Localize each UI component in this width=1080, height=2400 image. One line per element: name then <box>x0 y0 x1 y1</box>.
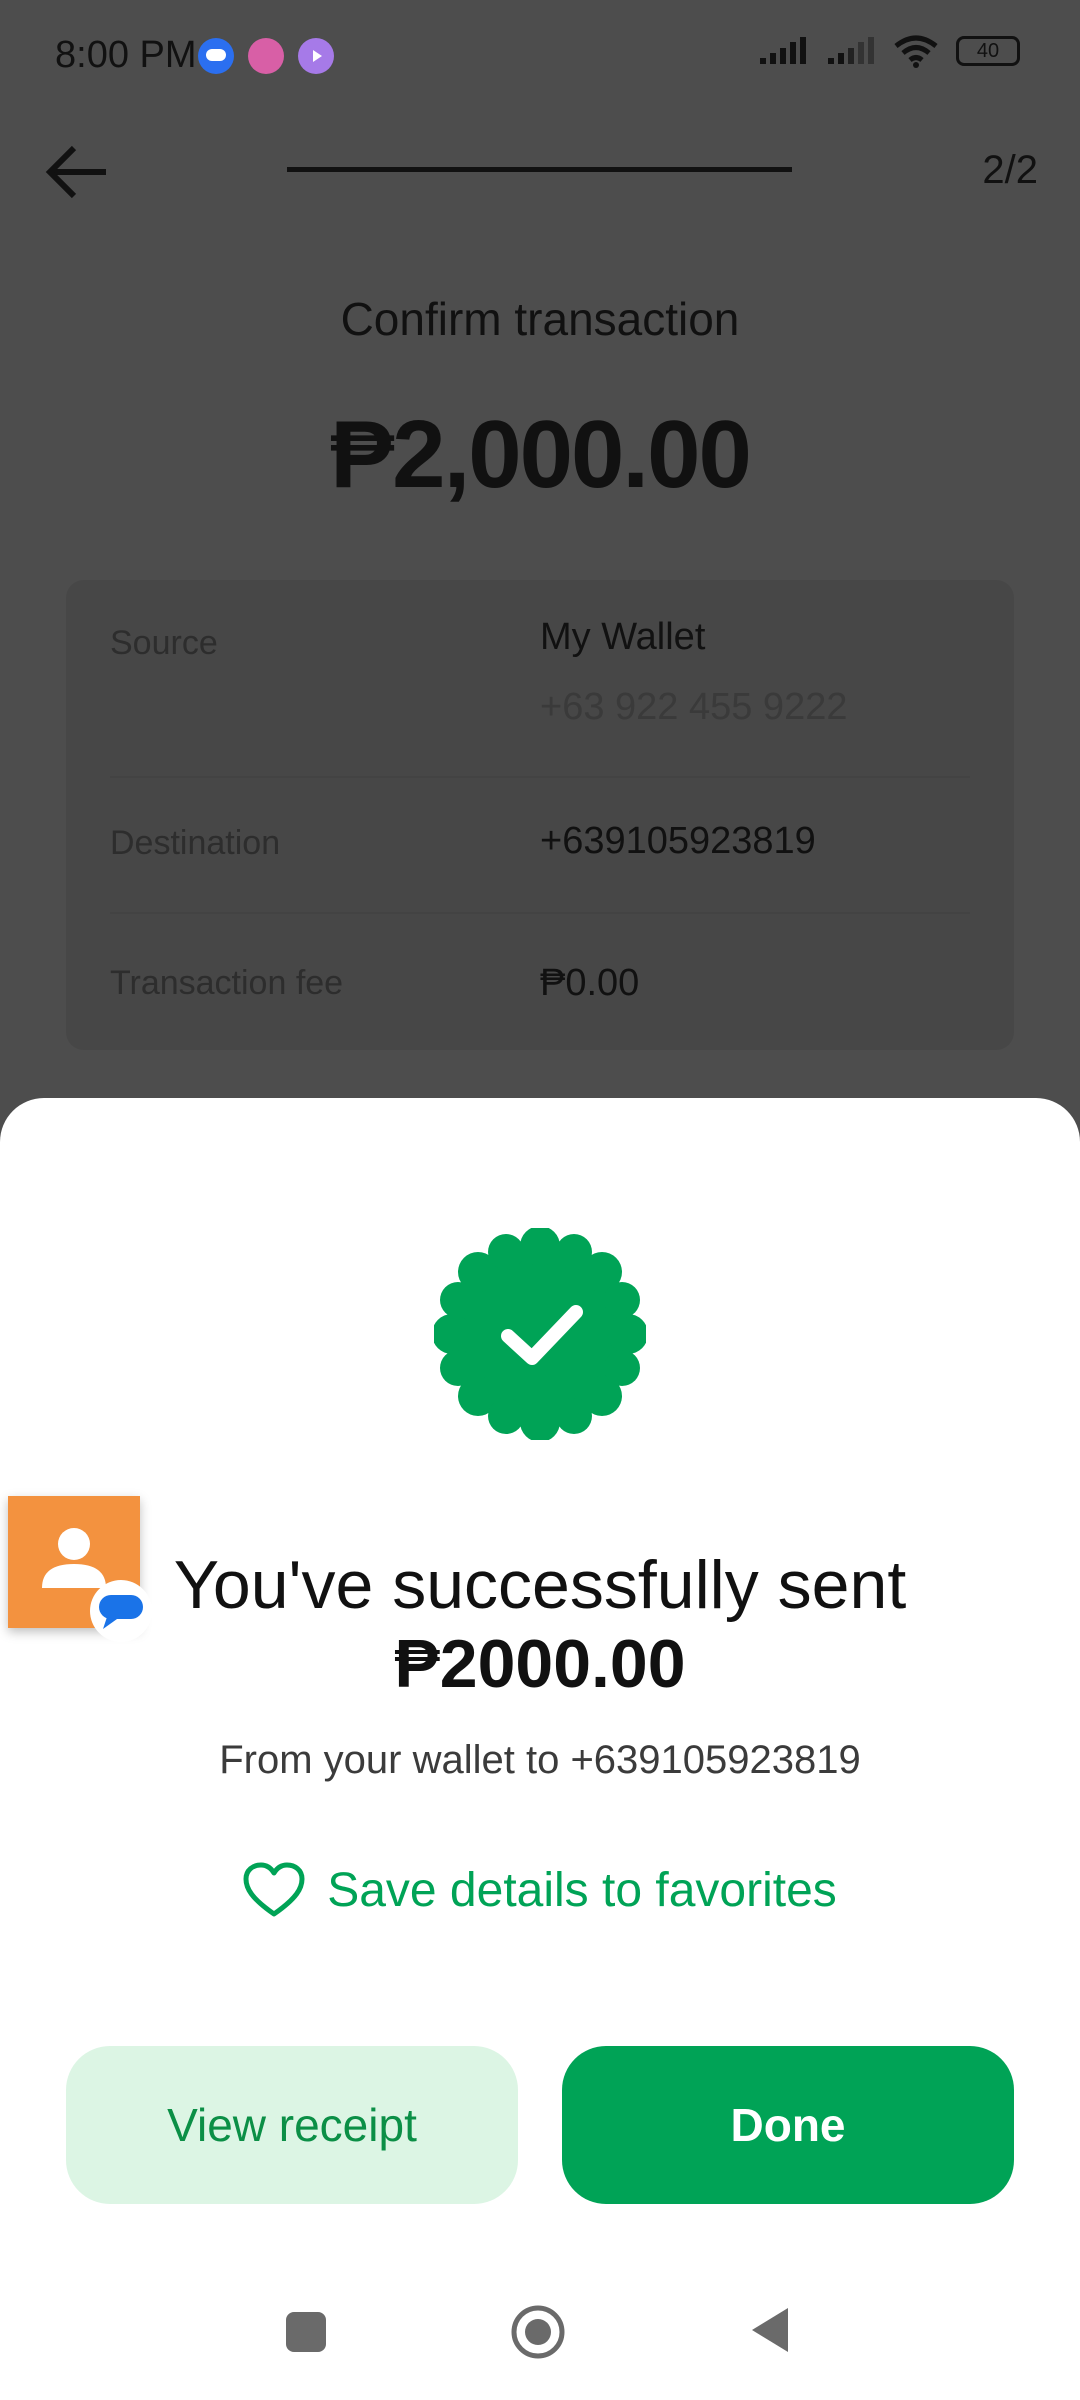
done-button[interactable]: Done <box>562 2046 1014 2204</box>
success-subtitle: From your wallet to +639105923819 <box>219 1738 861 1782</box>
success-amount: ₱2000.00 <box>394 1626 686 1702</box>
save-favorites-label: Save details to favorites <box>327 1863 837 1917</box>
view-receipt-button[interactable]: View receipt <box>66 2046 518 2204</box>
battery-icon: 40 <box>956 36 1020 66</box>
divider <box>110 776 970 778</box>
recents-icon[interactable] <box>286 2312 326 2352</box>
status-right: 40 <box>758 34 1020 68</box>
heart-icon <box>243 1862 305 1917</box>
back-arrow-icon[interactable] <box>42 142 112 202</box>
home-icon[interactable] <box>510 2304 566 2360</box>
destination-value: +639105923819 <box>540 820 816 862</box>
play-notification-icon <box>298 38 334 74</box>
lazada-notification-icon <box>248 38 284 74</box>
messages-notification-icon <box>198 38 234 74</box>
source-label: Source <box>110 624 218 662</box>
divider <box>110 912 970 914</box>
signal-icon <box>760 37 806 64</box>
details-card: Source My Wallet +63 922 455 9222 Destin… <box>66 580 1014 1050</box>
notification-icons <box>198 38 334 74</box>
status-time: 8:00 PM <box>55 34 197 76</box>
status-bar: 8:00 PM 40 <box>0 0 1080 110</box>
destination-label: Destination <box>110 824 281 862</box>
step-indicator: 2/2 <box>982 148 1038 192</box>
progress-line <box>287 167 792 172</box>
confirm-title: Confirm transaction <box>340 293 740 345</box>
wifi-icon <box>894 35 938 68</box>
back-triangle-icon[interactable] <box>750 2306 790 2354</box>
fee-value: ₱0.00 <box>540 962 640 1004</box>
top-nav: 2/2 <box>0 130 1080 210</box>
message-bubble-icon <box>90 1580 152 1642</box>
source-value: My Wallet <box>540 616 706 658</box>
save-favorites-link[interactable]: Save details to favorites <box>0 1862 1080 1918</box>
confirm-amount: ₱2,000.00 <box>330 401 752 508</box>
success-title: You've successfully sent <box>173 1547 907 1623</box>
source-number: +63 922 455 9222 <box>540 686 848 728</box>
signal-icon-2 <box>828 37 874 64</box>
fee-label: Transaction fee <box>110 964 344 1002</box>
system-nav-bar <box>0 2290 1080 2370</box>
check-badge-icon <box>434 1228 646 1440</box>
